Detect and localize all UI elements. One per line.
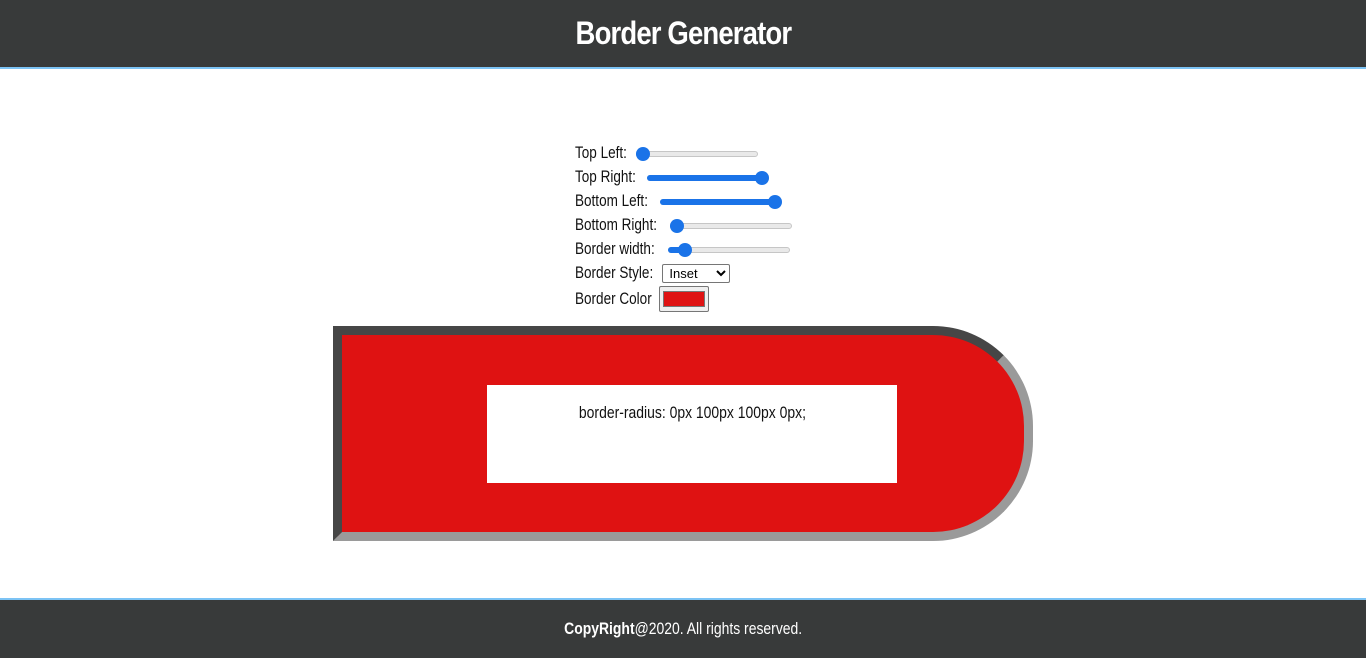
- bottom-right-slider[interactable]: [669, 217, 792, 233]
- controls-panel: Top Left: Top Right: Bottom Left: Bottom…: [575, 141, 792, 313]
- border-style-label: Border Style:: [575, 263, 654, 282]
- bottom-left-label: Bottom Left:: [575, 191, 648, 210]
- footer-brand: CopyRight: [563, 619, 635, 638]
- border-preview-box: border-radius: 0px 100px 100px 0px;: [333, 326, 1033, 541]
- border-color-row: Border Color: [575, 285, 792, 313]
- border-width-slider-thumb[interactable]: [677, 243, 692, 257]
- page-header: Border Generator: [0, 0, 1366, 69]
- top-right-label: Top Right:: [575, 167, 636, 186]
- bottom-left-slider-thumb[interactable]: [767, 195, 782, 209]
- footer-rights: @2020. All rights reserved.: [634, 619, 803, 638]
- bottom-left-slider[interactable]: [659, 193, 782, 209]
- border-width-row: Border width:: [575, 237, 792, 261]
- top-right-slider[interactable]: [647, 169, 770, 185]
- border-radius-output: border-radius: 0px 100px 100px 0px;: [578, 403, 806, 422]
- footer-text: CopyRight@2020. All rights reserved.: [564, 619, 802, 639]
- preview-code-box: border-radius: 0px 100px 100px 0px;: [487, 385, 897, 483]
- border-color-label: Border Color: [575, 289, 652, 308]
- page-title: Border Generator: [575, 15, 791, 51]
- top-left-slider[interactable]: [636, 145, 759, 161]
- border-style-select[interactable]: Inset: [662, 263, 731, 283]
- bottom-left-row: Bottom Left:: [575, 189, 792, 213]
- top-right-slider-thumb[interactable]: [755, 171, 770, 185]
- border-style-row: Border Style: Inset: [575, 261, 792, 285]
- bottom-right-row: Bottom Right:: [575, 213, 792, 237]
- top-right-row: Top Right:: [575, 165, 792, 189]
- bottom-right-slider-thumb[interactable]: [669, 219, 684, 233]
- border-color-picker[interactable]: [658, 286, 709, 312]
- top-left-slider-thumb[interactable]: [636, 147, 651, 161]
- border-width-label: Border width:: [575, 239, 655, 258]
- top-left-label: Top Left:: [575, 143, 627, 162]
- top-left-row: Top Left:: [575, 141, 792, 165]
- border-width-slider[interactable]: [668, 241, 791, 257]
- bottom-right-label: Bottom Right:: [575, 215, 657, 234]
- border-color-swatch: [662, 291, 705, 307]
- page-footer: CopyRight@2020. All rights reserved.: [0, 598, 1366, 658]
